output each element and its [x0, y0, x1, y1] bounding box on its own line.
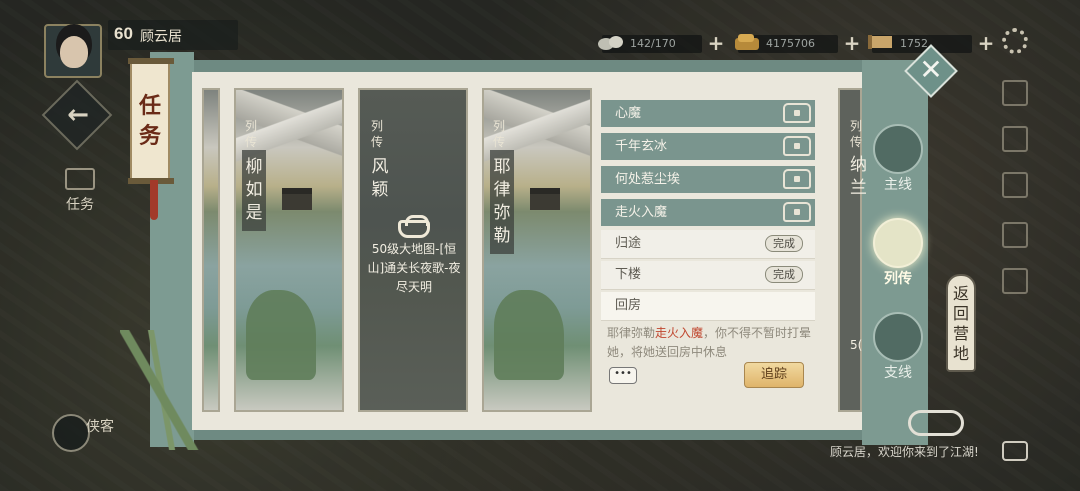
card-type-tag: 列传 — [850, 119, 863, 149]
avatar-face — [60, 36, 88, 68]
bamboo-leaves-decoration — [120, 330, 200, 450]
welcome-message: 顾云居，欢迎你来到了江湖! — [830, 445, 979, 459]
task-menu-button[interactable]: 任务 — [60, 168, 100, 214]
card-type-tag: 列传 — [244, 119, 257, 149]
card-island-art — [246, 290, 316, 380]
chest-icon[interactable] — [783, 202, 811, 222]
add-coins-button[interactable]: + — [842, 33, 862, 54]
resource-coins: 4175706 + — [735, 33, 862, 54]
quest-step-xialou[interactable]: 下楼 完成 — [601, 261, 815, 290]
done-badge: 完成 — [765, 266, 803, 283]
coins-icon — [735, 34, 759, 50]
book-icon[interactable] — [1002, 172, 1028, 198]
avatar[interactable] — [44, 24, 102, 78]
card-house-art — [282, 188, 312, 210]
card-island-art — [494, 290, 564, 380]
quest-label: 何处惹尘埃 — [615, 172, 681, 187]
close-icon: ✕ — [919, 53, 943, 86]
dialogue-bubble-icon[interactable]: ••• — [609, 367, 637, 384]
chat-icon[interactable] — [1002, 441, 1028, 461]
stone-icon — [598, 36, 623, 50]
codex-icon[interactable] — [1002, 268, 1028, 294]
side-quest-icon — [873, 312, 923, 362]
card-level-fragment: 5( — [850, 338, 863, 352]
quest-item-xinmo[interactable]: 心魔 — [601, 100, 815, 127]
character-card-partial-left[interactable] — [202, 88, 220, 412]
quest-label: 千年玄冰 — [615, 139, 668, 154]
task-menu-label: 任务 — [66, 197, 94, 213]
tab-label: 支线 — [884, 365, 912, 381]
card-character-name: 柳如是 — [242, 150, 266, 231]
chat-toggle-icon[interactable] — [908, 410, 964, 436]
done-badge: 完成 — [765, 235, 803, 252]
biography-book-icon — [873, 218, 923, 268]
panel-title-char-1: 任 — [138, 93, 161, 119]
quest-step-label: 归途 — [615, 236, 642, 251]
desc-start: 耶律弥勒 — [607, 326, 656, 340]
back-arrow-icon: ← — [67, 100, 89, 130]
panel-title-char-2: 务 — [138, 123, 161, 149]
main-quest-icon — [873, 124, 923, 174]
character-card-partial-right[interactable]: 列传 纳兰 5( — [838, 88, 867, 412]
resource-stone: 142/170 + — [598, 33, 726, 54]
quest-step-label: 下楼 — [615, 267, 642, 282]
card-house-art — [530, 188, 560, 210]
panel-title-scroll: 任 务 — [128, 58, 174, 184]
card-character-name: 纳兰 — [850, 155, 867, 198]
map-icon[interactable] — [1002, 80, 1028, 106]
tab-label: 主线 — [884, 177, 912, 193]
lock-icon — [398, 215, 430, 238]
chest-icon[interactable] — [783, 169, 811, 189]
chest-icon[interactable] — [783, 103, 811, 123]
add-stone-button[interactable]: + — [706, 33, 726, 54]
card-character-name: 耶律弥勒 — [490, 150, 514, 254]
quest-item-zouhuo-rumo[interactable]: 走火入魔 — [601, 199, 815, 226]
tab-side-quest[interactable]: 支线 — [870, 312, 926, 382]
quest-item-qiannian-xuanbing[interactable]: 千年玄冰 — [601, 133, 815, 160]
quest-label: 心魔 — [615, 106, 642, 121]
quest-step-huifang[interactable]: 回房 — [601, 292, 815, 321]
add-scroll-button[interactable]: + — [976, 33, 996, 54]
xiake-label: 侠客 — [86, 419, 114, 435]
return-camp-button[interactable]: 返回营地 — [946, 274, 976, 372]
tab-main-quest[interactable]: 主线 — [870, 124, 926, 194]
quest-label: 走火入魔 — [615, 205, 668, 220]
character-card-feng-ying[interactable]: 列传 风颖 50级大地图-[恒山]通关长夜歌-夜尽天明 — [358, 88, 468, 412]
title-tassel — [150, 180, 158, 220]
player-name: 顾云居 — [140, 29, 182, 45]
card-type-tag: 列传 — [370, 119, 383, 149]
quest-description: 耶律弥勒走火入魔，你不得不暂时打晕她，将她送回房中休息 — [607, 324, 815, 362]
card-character-name: 风颖 — [371, 157, 389, 200]
quest-step-label: 回房 — [615, 298, 642, 313]
desc-highlight: 走火入魔 — [655, 326, 704, 340]
card-type-tag: 列传 — [492, 119, 505, 149]
settings-gear-icon[interactable] — [1002, 28, 1028, 54]
tab-biography[interactable]: 列传 — [870, 218, 926, 288]
character-card-yelu-mile[interactable]: 列传 耶律弥勒 — [482, 88, 592, 412]
unlock-requirement: 50级大地图-[恒山]通关长夜歌-夜尽天明 — [367, 242, 461, 294]
player-level: 60 — [114, 24, 133, 43]
quest-item-hechu-re-chenai[interactable]: 何处惹尘埃 — [601, 166, 815, 193]
bag-icon[interactable] — [1002, 126, 1028, 152]
scroll-icon — [868, 35, 892, 49]
tab-label: 列传 — [884, 271, 912, 287]
character-card-liu-rushi[interactable]: 列传 柳如是 — [234, 88, 344, 412]
checklist-icon[interactable] — [1002, 222, 1028, 248]
quest-step-guitu[interactable]: 归途 完成 — [601, 230, 815, 259]
track-button[interactable]: 追踪 — [744, 362, 804, 388]
chest-icon[interactable] — [783, 136, 811, 156]
task-list-icon — [65, 168, 95, 190]
xiake-icon — [52, 414, 90, 452]
